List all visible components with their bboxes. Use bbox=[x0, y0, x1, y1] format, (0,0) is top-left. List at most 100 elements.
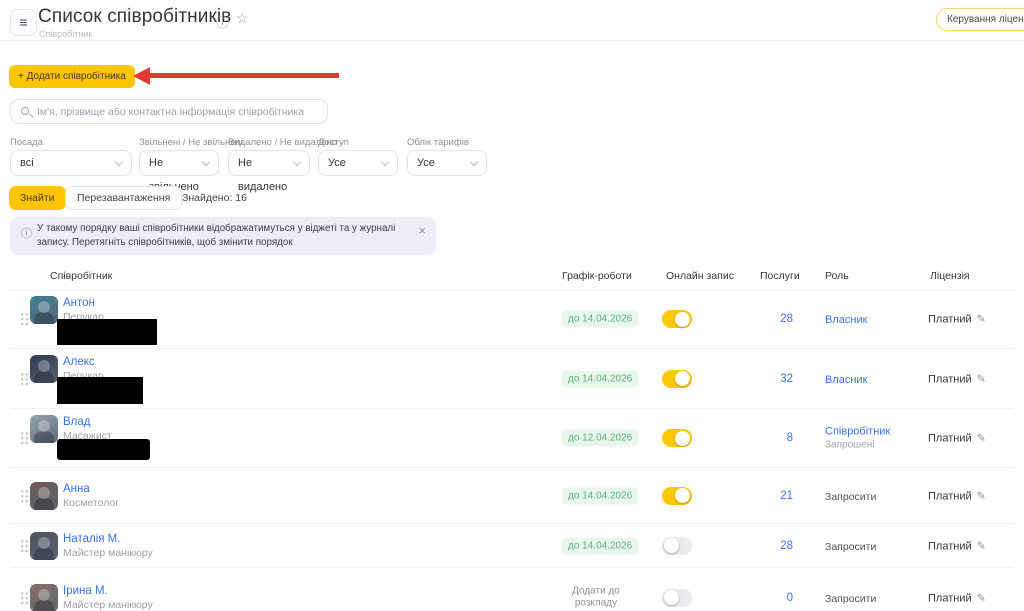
employee-position: Майстер манікюру bbox=[63, 599, 153, 611]
annotation-arrow-icon bbox=[133, 67, 150, 85]
employees-page: ≡ Список співробітників ⓘ ☆ Співробітник… bbox=[0, 0, 1024, 611]
toggle-knob bbox=[675, 488, 690, 503]
chevron-down-icon bbox=[115, 158, 123, 166]
filter-label-tariffs: Облік тарифів bbox=[407, 137, 469, 148]
favorite-star-icon[interactable]: ☆ bbox=[236, 10, 249, 27]
services-count-link[interactable]: 28 bbox=[716, 540, 793, 552]
edit-pencil-icon[interactable]: ✎ bbox=[977, 314, 986, 326]
employee-name-link[interactable]: Наталія М. bbox=[63, 533, 120, 545]
drag-handle-icon[interactable] bbox=[20, 539, 29, 553]
employee-position: Косметолог bbox=[63, 497, 119, 509]
add-to-schedule-link[interactable]: Додати до розкладу bbox=[556, 585, 636, 610]
license-value: Платний✎ bbox=[928, 489, 986, 502]
edit-pencil-icon[interactable]: ✎ bbox=[977, 540, 986, 552]
col-header-schedule: Графік-роботи bbox=[562, 270, 632, 282]
schedule-badge[interactable]: до 14.04.2026 bbox=[562, 311, 638, 328]
col-header-employee: Співробітник bbox=[50, 270, 112, 282]
services-count-link[interactable]: 32 bbox=[716, 373, 793, 385]
employee-name-link[interactable]: Антон bbox=[63, 297, 95, 309]
toggle-knob bbox=[664, 590, 679, 605]
col-header-license: Ліцензія bbox=[930, 270, 970, 282]
edit-pencil-icon[interactable]: ✎ bbox=[977, 490, 986, 502]
toggle-knob bbox=[675, 371, 690, 386]
table-row: Наталія М. Майстер манікюру до 14.04.202… bbox=[10, 524, 1014, 568]
search-input[interactable] bbox=[37, 101, 322, 122]
services-count-link[interactable]: 21 bbox=[716, 490, 793, 502]
schedule-badge[interactable]: до 14.04.2026 bbox=[562, 370, 638, 387]
menu-button[interactable]: ≡ bbox=[10, 9, 37, 36]
avatar bbox=[30, 296, 58, 324]
reorder-hint-banner: ⓘ У такому порядку ваші співробітники ві… bbox=[10, 217, 436, 255]
hamburger-icon: ≡ bbox=[19, 14, 27, 30]
chevron-down-icon bbox=[293, 158, 301, 166]
page-title: Список співробітників bbox=[38, 6, 231, 28]
toggle-knob bbox=[675, 431, 690, 446]
avatar bbox=[30, 532, 58, 560]
employee-name-link[interactable]: Влад bbox=[63, 416, 91, 428]
online-booking-toggle[interactable] bbox=[662, 310, 692, 328]
redacted-contact-info bbox=[57, 319, 157, 345]
role-link[interactable]: Власник bbox=[825, 314, 867, 326]
services-count-link[interactable]: 8 bbox=[716, 432, 793, 444]
table-row: Анна Косметолог до 14.04.2026 21 Запроси… bbox=[10, 468, 1014, 524]
add-employee-button[interactable]: + Додати співробітника bbox=[9, 65, 135, 88]
drag-handle-icon[interactable] bbox=[20, 431, 29, 445]
invite-link[interactable]: Запросити bbox=[825, 593, 876, 605]
license-value: Платний✎ bbox=[928, 432, 986, 445]
invite-link[interactable]: Запросити bbox=[825, 541, 876, 553]
header-divider bbox=[0, 40, 1024, 41]
license-management-button[interactable]: Керування ліценз bbox=[936, 8, 1024, 31]
search-box bbox=[10, 99, 328, 124]
reload-button[interactable]: Перезавантаження bbox=[65, 186, 182, 210]
close-icon[interactable]: × bbox=[418, 223, 426, 238]
online-booking-toggle[interactable] bbox=[662, 370, 692, 388]
edit-pencil-icon[interactable]: ✎ bbox=[977, 373, 986, 385]
online-booking-toggle[interactable] bbox=[662, 537, 692, 555]
role-link[interactable]: Співробітник bbox=[825, 426, 930, 438]
chevron-down-icon bbox=[381, 158, 389, 166]
avatar bbox=[30, 482, 58, 510]
breadcrumb: Співробітник bbox=[39, 29, 92, 39]
col-header-online-booking: Онлайн запис bbox=[666, 270, 734, 282]
filter-select-dismissed[interactable]: Не звільнено bbox=[139, 150, 219, 176]
toggle-knob bbox=[664, 538, 679, 553]
info-icon: ⓘ bbox=[21, 225, 32, 241]
filter-select-deleted[interactable]: Не видалено bbox=[228, 150, 310, 176]
filter-label-access: Доступ bbox=[318, 137, 349, 148]
find-button[interactable]: Знайти bbox=[9, 186, 66, 210]
col-header-services: Послуги bbox=[760, 270, 800, 282]
filter-select-access[interactable]: Усе bbox=[318, 150, 398, 176]
redacted-contact-info bbox=[57, 377, 143, 404]
role-link[interactable]: Власник bbox=[825, 374, 867, 386]
services-count-link[interactable]: 28 bbox=[716, 313, 793, 325]
filter-select-position[interactable]: всі bbox=[10, 150, 132, 176]
schedule-badge[interactable]: до 14.04.2026 bbox=[562, 537, 638, 554]
drag-handle-icon[interactable] bbox=[20, 489, 29, 503]
edit-pencil-icon[interactable]: ✎ bbox=[977, 592, 986, 604]
info-icon[interactable]: ⓘ bbox=[216, 12, 229, 31]
license-value: Платний✎ bbox=[928, 539, 986, 552]
invite-link[interactable]: Запросити bbox=[825, 491, 876, 503]
drag-handle-icon[interactable] bbox=[20, 372, 29, 386]
schedule-badge[interactable]: до 12.04.2026 bbox=[562, 430, 638, 447]
online-booking-toggle[interactable] bbox=[662, 429, 692, 447]
chevron-down-icon bbox=[202, 158, 210, 166]
services-count-link[interactable]: 0 bbox=[716, 592, 793, 604]
table-row: Ірина М. Майстер манікюру Додати до розк… bbox=[10, 568, 1014, 611]
avatar bbox=[30, 584, 58, 611]
banner-text: У такому порядку ваші співробітники відо… bbox=[37, 222, 403, 249]
online-booking-toggle[interactable] bbox=[662, 589, 692, 607]
role-sub-label: Запрошені bbox=[825, 440, 930, 451]
online-booking-toggle[interactable] bbox=[662, 487, 692, 505]
drag-handle-icon[interactable] bbox=[20, 591, 29, 605]
employee-name-link[interactable]: Анна bbox=[63, 483, 90, 495]
table-row: Влад Масажист до 12.04.2026 8 Співробітн… bbox=[10, 409, 1014, 468]
chevron-down-icon bbox=[470, 158, 478, 166]
schedule-badge[interactable]: до 14.04.2026 bbox=[562, 487, 638, 504]
filter-select-tariffs[interactable]: Усе bbox=[407, 150, 487, 176]
drag-handle-icon[interactable] bbox=[20, 312, 29, 326]
employee-name-link[interactable]: Ірина М. bbox=[63, 585, 108, 597]
avatar bbox=[30, 355, 58, 383]
edit-pencil-icon[interactable]: ✎ bbox=[977, 433, 986, 445]
employee-name-link[interactable]: Алекс bbox=[63, 356, 95, 368]
